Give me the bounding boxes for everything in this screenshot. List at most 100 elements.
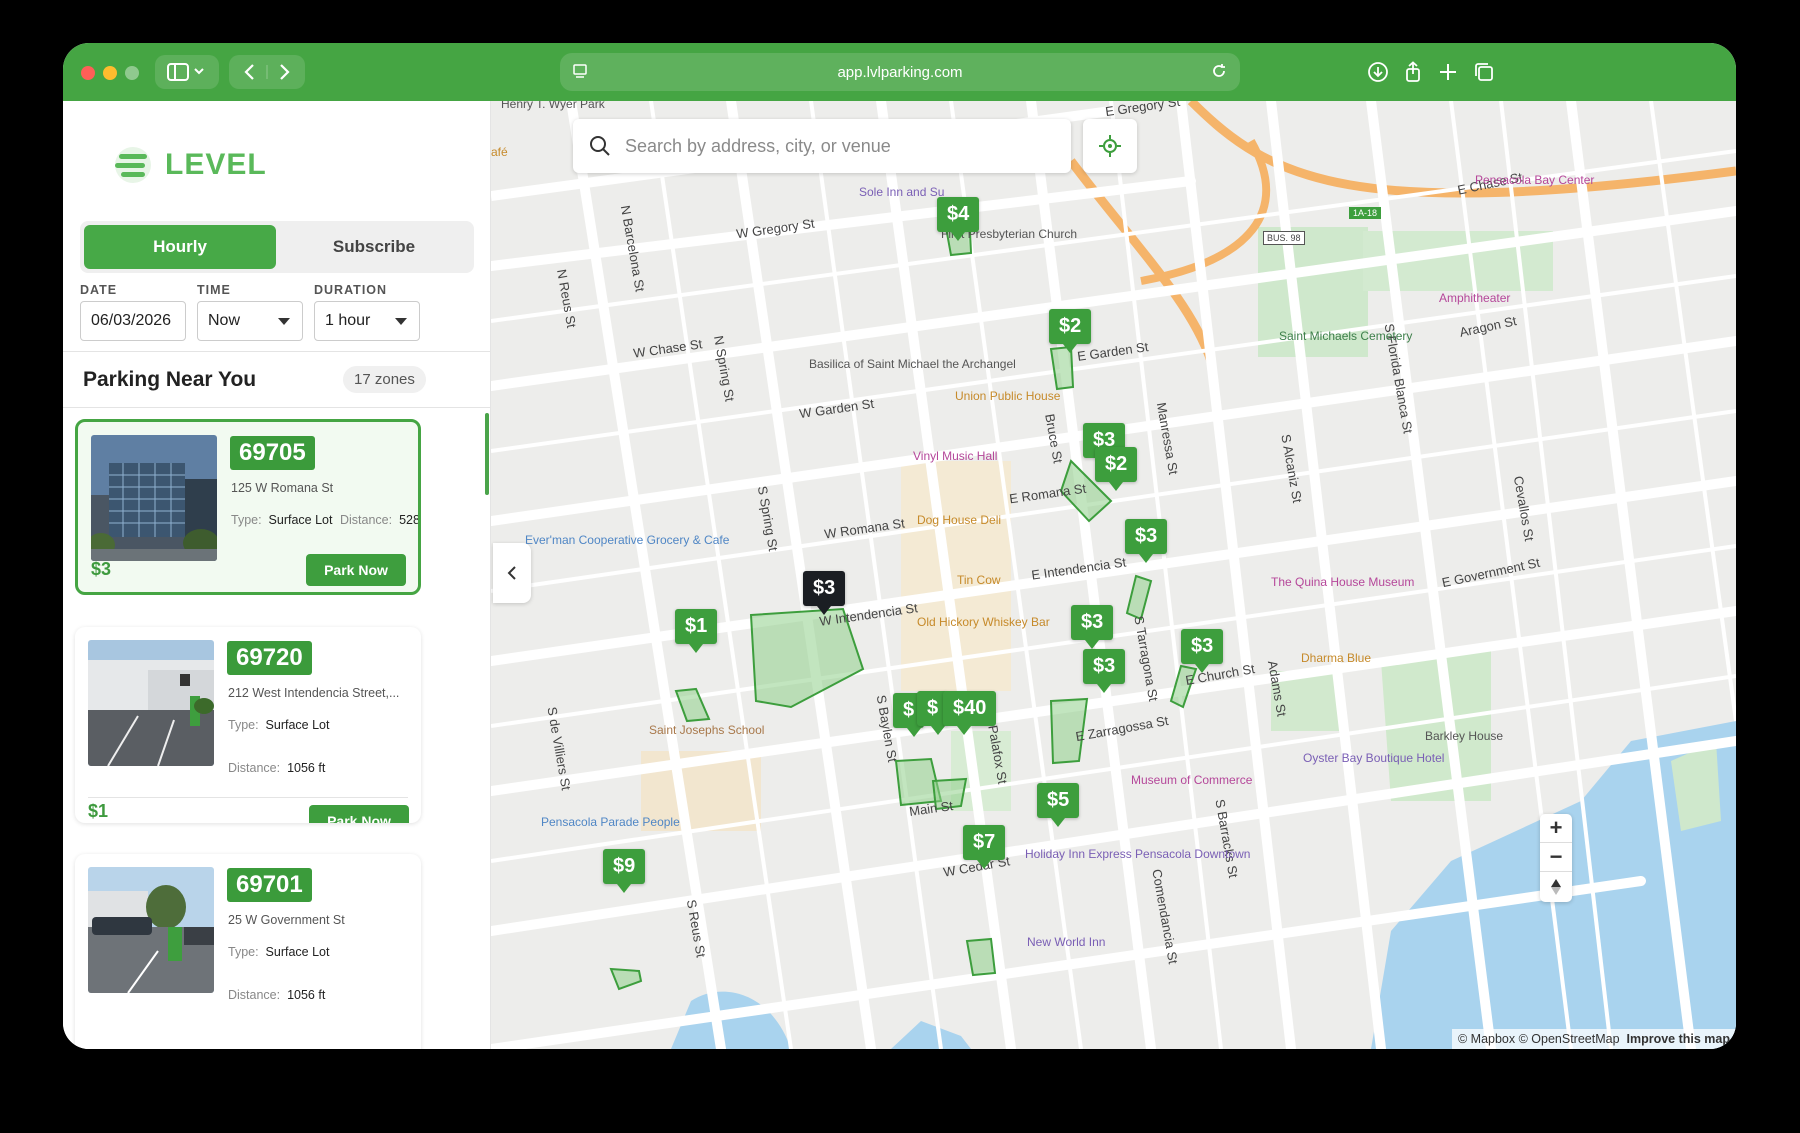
section-title: Parking Near You: [83, 368, 257, 391]
browser-toolbar: app.lvlparking.com: [63, 43, 1736, 101]
poi-label[interactable]: Henry T. Wyer Park: [501, 101, 605, 112]
brand-name: LEVEL: [165, 148, 267, 181]
booking-mode-toggle: Hourly Subscribe: [80, 221, 474, 273]
locate-me-button[interactable]: [1083, 119, 1137, 173]
list-scrollbar[interactable]: [485, 413, 489, 495]
duration-value: 1 hour: [325, 312, 371, 329]
poi-label[interactable]: Dog House Deli: [917, 513, 1001, 528]
price-marker[interactable]: $7: [963, 825, 1006, 869]
browser-window: app.lvlparking.com LEVEL Hourly Subscrib…: [63, 43, 1736, 1049]
lot-type: Type: Surface Lot: [228, 945, 330, 959]
url-text: app.lvlparking.com: [837, 63, 963, 81]
map-view[interactable]: W Gregory St E Gregory St E Chase St W C…: [491, 101, 1736, 1049]
tab-overview-icon[interactable]: [1469, 57, 1499, 87]
poi-label[interactable]: Saint Michaels Cemetery: [1279, 329, 1412, 344]
date-value: 06/03/2026: [91, 312, 172, 329]
zoom-window-button[interactable]: [125, 66, 139, 80]
price-marker[interactable]: $5: [1037, 783, 1080, 827]
divider: [63, 407, 490, 408]
price-marker[interactable]: $2: [1095, 447, 1138, 491]
poi-label[interactable]: Oyster Bay Boutique Hotel: [1303, 751, 1444, 766]
zoom-in-button[interactable]: +: [1540, 814, 1572, 843]
lot-distance: Distance: 1056 ft: [228, 988, 326, 1002]
price-marker[interactable]: $3: [1071, 605, 1114, 649]
parking-card[interactable]: 69701 25 W Government St Type: Surface L…: [75, 854, 421, 1049]
map-search-bar: [573, 119, 1071, 173]
chevron-down-icon: [278, 318, 290, 325]
price-marker[interactable]: $3: [1083, 649, 1126, 693]
poi-label[interactable]: Dharma Blue: [1301, 651, 1371, 666]
collapse-sidebar-button[interactable]: [493, 543, 531, 603]
poi-label[interactable]: The Quina House Museum: [1271, 575, 1414, 590]
price-marker[interactable]: $1: [675, 609, 718, 653]
tab-hourly[interactable]: Hourly: [84, 225, 276, 269]
date-label: DATE: [80, 283, 118, 297]
page-menu-icon[interactable]: [572, 63, 588, 79]
lot-price: $3: [91, 559, 112, 579]
downloads-icon[interactable]: [1363, 57, 1393, 87]
price-marker[interactable]: $3: [1181, 629, 1224, 673]
poi-label[interactable]: New World Inn: [1027, 935, 1105, 950]
zoom-out-button[interactable]: −: [1540, 843, 1572, 872]
zone-id-badge: 69701: [227, 868, 312, 902]
poi-label[interactable]: Holiday Inn Express Pensacola Downtown: [1025, 847, 1250, 862]
duration-label: DURATION: [314, 283, 388, 297]
poi-label[interactable]: Barkley House: [1425, 729, 1503, 744]
duration-select[interactable]: 1 hour: [314, 301, 420, 341]
highway-shield: 1A-18: [1349, 207, 1382, 219]
zone-count-badge: 17 zones: [343, 366, 426, 393]
attribution-text: © Mapbox © OpenStreetMap: [1457, 1032, 1620, 1046]
poi-label[interactable]: Ever'man Cooperative Grocery & Cafe: [525, 533, 729, 548]
map-attribution: © Mapbox © OpenStreetMap Improve this ma…: [1451, 1029, 1736, 1049]
minimize-window-button[interactable]: [103, 66, 117, 80]
search-icon: [590, 136, 610, 156]
lot-address: 25 W Government St: [228, 913, 345, 927]
poi-label[interactable]: Vinyl Music Hall: [913, 449, 997, 464]
price-marker[interactable]: $9: [603, 849, 646, 893]
chevron-left-icon: [507, 566, 516, 580]
poi-label[interactable]: Old Hickory Whiskey Bar: [917, 615, 1050, 630]
back-icon[interactable]: [244, 64, 254, 80]
tab-subscribe[interactable]: Subscribe: [278, 225, 470, 269]
lot-photo: [91, 435, 217, 561]
improve-map-link[interactable]: Improve this map: [1627, 1032, 1731, 1046]
close-window-button[interactable]: [81, 66, 95, 80]
poi-label[interactable]: Museum of Commerce: [1131, 773, 1252, 788]
time-select[interactable]: Now: [197, 301, 303, 341]
poi-label[interactable]: Union Public House: [955, 389, 1060, 404]
new-tab-icon[interactable]: [1433, 57, 1463, 87]
parking-card[interactable]: 69720 212 West Intendencia Street,... Ty…: [75, 627, 421, 823]
price-marker[interactable]: $2: [1049, 309, 1092, 353]
reload-icon[interactable]: [1210, 62, 1228, 80]
parking-card[interactable]: 69705 125 W Romana St Type: Surface Lot …: [75, 419, 421, 595]
park-now-button[interactable]: Park Now: [309, 805, 409, 823]
compass-button[interactable]: [1540, 872, 1572, 901]
poi-label[interactable]: Pensacola Bay Center: [1475, 173, 1594, 188]
poi-label[interactable]: Sole Inn and Su: [859, 185, 944, 200]
poi-label[interactable]: Amphitheater: [1439, 291, 1510, 306]
address-bar[interactable]: app.lvlparking.com: [560, 53, 1240, 91]
price-marker[interactable]: $4: [937, 197, 980, 241]
sidebar-toggle-button[interactable]: [155, 55, 219, 89]
lot-photo: [88, 867, 214, 993]
poi-label[interactable]: Basilica of Saint Michael the Archangel: [809, 357, 1016, 372]
price-marker[interactable]: $3: [1125, 519, 1168, 563]
brand-logo[interactable]: LEVEL: [111, 145, 267, 185]
forward-icon[interactable]: [280, 64, 290, 80]
price-marker[interactable]: $40: [943, 691, 997, 735]
divider: [63, 351, 490, 352]
poi-label[interactable]: afé: [491, 145, 508, 160]
date-field[interactable]: 06/03/2026: [80, 301, 186, 341]
poi-label[interactable]: Tin Cow: [957, 573, 1001, 588]
search-input[interactable]: [625, 135, 1045, 157]
share-icon[interactable]: [1398, 57, 1428, 87]
park-now-button[interactable]: Park Now: [306, 554, 406, 586]
selected-price-marker[interactable]: $3: [803, 571, 846, 615]
poi-label[interactable]: Pensacola Parade People: [541, 815, 680, 830]
lot-address: 212 West Intendencia Street,...: [228, 686, 400, 700]
highway-shield: BUS. 98: [1263, 231, 1305, 245]
poi-label[interactable]: Saint Josephs School: [649, 723, 764, 738]
sidebar-icon: [167, 63, 204, 81]
map-canvas: [491, 101, 1736, 1049]
lot-price: $1: [88, 801, 109, 821]
